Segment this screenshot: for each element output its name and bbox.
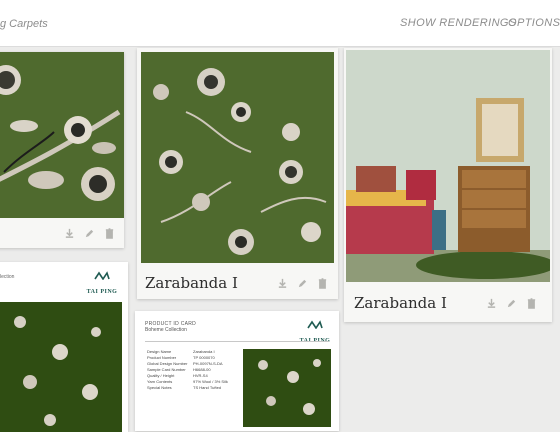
edit-icon[interactable] xyxy=(84,228,95,239)
product-card-heading: PRODUCT ID CARD Boheme Collection xyxy=(145,321,196,333)
divider xyxy=(145,341,329,342)
rug-image[interactable] xyxy=(0,302,122,432)
rug-card[interactable] xyxy=(0,52,124,248)
card-tools xyxy=(64,228,115,239)
download-icon[interactable] xyxy=(277,278,288,289)
card-tools xyxy=(277,278,328,289)
floral-pattern xyxy=(0,65,121,201)
logo-icon xyxy=(307,320,323,329)
product-id-card[interactable]: PRODUCT ID CARD Boheme Collection TAI PI… xyxy=(135,311,339,431)
rug-card[interactable]: Zarabanda I xyxy=(137,48,338,299)
trash-icon[interactable] xyxy=(104,228,115,239)
collection-name: Boheme Collection xyxy=(145,327,187,333)
floral-pattern xyxy=(153,68,327,255)
logo-icon xyxy=(94,271,110,280)
floral-pattern xyxy=(14,316,101,426)
download-icon[interactable] xyxy=(64,228,75,239)
breadcrumb[interactable]: g Carpets xyxy=(0,18,48,30)
rendering-image[interactable] xyxy=(346,50,550,282)
options-button[interactable]: OPTIONS xyxy=(508,17,560,29)
rug-image[interactable] xyxy=(141,52,334,263)
tai-ping-logo: TAI PING xyxy=(295,319,335,347)
floral-pattern xyxy=(258,359,321,415)
card-title: Zarabanda I xyxy=(145,274,238,292)
show-renderings-button[interactable]: SHOW RENDERINGS xyxy=(400,17,517,29)
rendering-card[interactable]: Zarabanda I xyxy=(344,48,552,322)
trash-icon[interactable] xyxy=(317,278,328,289)
card-title: Zarabanda I xyxy=(354,294,447,312)
rug-thumbnail[interactable] xyxy=(243,349,331,427)
edit-icon[interactable] xyxy=(297,278,308,289)
trash-icon[interactable] xyxy=(526,298,537,309)
rug-image[interactable] xyxy=(0,52,124,218)
card-tools xyxy=(486,298,537,309)
logo-text: TAI PING xyxy=(86,289,118,295)
spec-key: Special Notes xyxy=(147,385,172,390)
top-bar: g Carpets SHOW RENDERINGS OPTIONS xyxy=(0,0,560,47)
product-sheet-card[interactable]: lection TAI PING xyxy=(0,262,128,432)
edit-icon[interactable] xyxy=(506,298,517,309)
tai-ping-logo: TAI PING xyxy=(82,270,122,298)
sheet-label: lection xyxy=(0,274,15,280)
spec-row: Special Notes TS Hand Tufted xyxy=(147,385,243,391)
spec-table: Design Name Zarabanda I Product Number TP … xyxy=(147,349,243,391)
spec-value: TS Hand Tufted xyxy=(193,385,222,390)
download-icon[interactable] xyxy=(486,298,497,309)
room-scene xyxy=(346,50,550,282)
